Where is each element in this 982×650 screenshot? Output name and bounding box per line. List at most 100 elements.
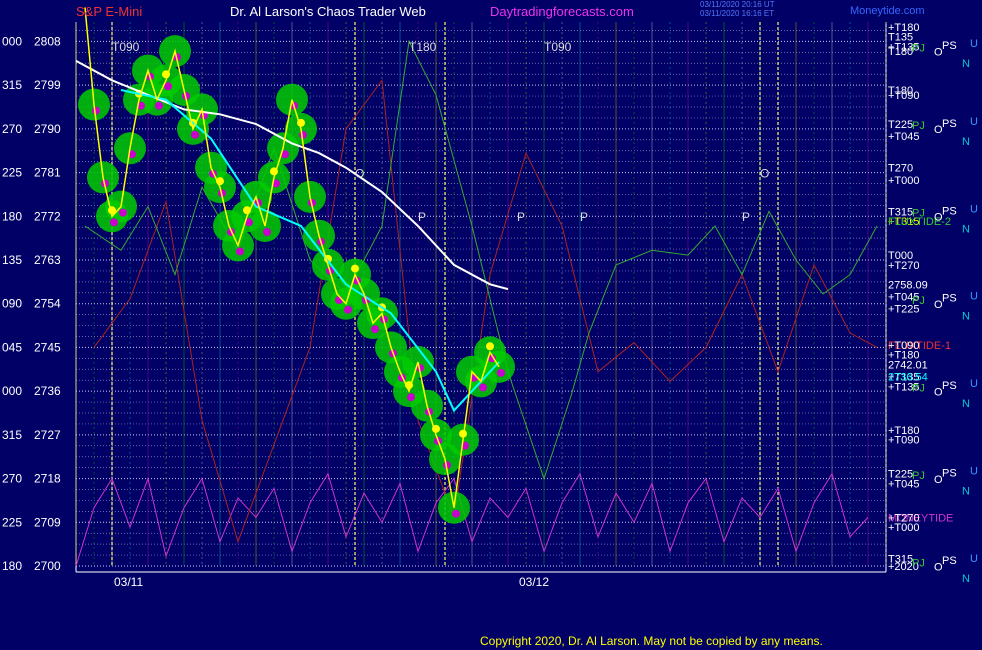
chart-marker: T090 bbox=[112, 40, 140, 54]
chart-marker: P bbox=[580, 210, 588, 224]
chart-marker: P bbox=[742, 210, 750, 224]
planet-letter: U bbox=[970, 378, 978, 390]
series-layer bbox=[75, 7, 878, 567]
chart-marker: O bbox=[760, 166, 769, 180]
planet-letter: U bbox=[970, 553, 978, 565]
price-dot bbox=[407, 393, 415, 402]
y-tick-code: 270 bbox=[2, 472, 22, 486]
right-label: T225 bbox=[888, 119, 913, 131]
y-tick-price: 2799 bbox=[34, 78, 61, 92]
right-label: +T090 bbox=[888, 90, 920, 102]
y-tick-price: 2745 bbox=[34, 340, 61, 354]
price-dot bbox=[263, 228, 271, 236]
price-dot bbox=[479, 383, 487, 392]
planet-letter: U bbox=[970, 116, 978, 128]
page-title: Dr. Al Larson's Chaos Trader Web bbox=[230, 4, 426, 19]
y-tick-code: 000 bbox=[2, 34, 22, 48]
y-tick-price: 2808 bbox=[34, 34, 61, 48]
x-tick-label: 03/11 bbox=[114, 575, 143, 589]
y-tick-code: 090 bbox=[2, 297, 22, 311]
y-tick-price: 2763 bbox=[34, 253, 61, 267]
y-tick-price: 2772 bbox=[34, 209, 61, 223]
y-axis: 000 2808 315 2799 270 2790 225 2781 180 2772 135 27… bbox=[2, 34, 61, 573]
planet-letter: PJ bbox=[912, 120, 925, 132]
chart-marker: P bbox=[418, 210, 426, 224]
planet-letter: U bbox=[970, 38, 978, 50]
price-dot bbox=[299, 130, 307, 139]
planet-letter: N bbox=[962, 58, 970, 70]
right-label: +T090 bbox=[888, 435, 920, 447]
planet-letter: PS bbox=[942, 205, 957, 217]
planet-letter: N bbox=[962, 136, 970, 148]
planet-letter: PS bbox=[942, 293, 957, 305]
planet-letter: N bbox=[962, 311, 970, 323]
price-dot bbox=[486, 342, 494, 351]
price-dot bbox=[344, 305, 352, 314]
site-link[interactable]: Daytradingforecasts.com bbox=[490, 4, 634, 19]
y-tick-price: 2700 bbox=[34, 559, 61, 573]
x-axis: 03/11 03/12 bbox=[114, 575, 549, 589]
y-tick-code: 315 bbox=[2, 78, 22, 92]
y-tick-code: 315 bbox=[2, 428, 22, 442]
planet-letter: PS bbox=[942, 555, 957, 567]
chart-marker: T180 bbox=[409, 40, 437, 54]
brand-link[interactable]: Moneytide.com bbox=[850, 5, 925, 17]
right-label: 2742.01 bbox=[888, 359, 928, 371]
y-tick-price: 2736 bbox=[34, 384, 61, 398]
y-tick-code: 270 bbox=[2, 122, 22, 136]
planet-letter: PS bbox=[942, 40, 957, 52]
y-tick-code: 180 bbox=[2, 209, 22, 223]
chart-marker: O bbox=[355, 166, 364, 180]
planet-letter: PJ bbox=[912, 557, 925, 569]
planet-letter: PJ bbox=[912, 42, 925, 54]
y-tick-code: 225 bbox=[2, 166, 22, 180]
right-label: +T000 bbox=[888, 522, 920, 534]
timestamp-et: 03/11/2020 16:16 ET bbox=[700, 9, 775, 18]
y-tick-price: 2754 bbox=[34, 297, 61, 311]
planet-letter: U bbox=[970, 466, 978, 478]
planet-letter: N bbox=[962, 573, 970, 585]
planet-letter: N bbox=[962, 398, 970, 410]
planet-letter: U bbox=[970, 203, 978, 215]
symbol-title: S&P E-Mini bbox=[76, 4, 143, 19]
price-dot bbox=[497, 368, 505, 377]
planet-letter: PJ bbox=[912, 470, 925, 482]
planet-letter: PS bbox=[942, 118, 957, 130]
planet-letter: PS bbox=[942, 380, 957, 392]
y-tick-code: 180 bbox=[2, 559, 22, 573]
y-tick-price: 2718 bbox=[34, 472, 61, 486]
right-label: +T000 bbox=[888, 175, 920, 187]
price-dot bbox=[371, 325, 379, 334]
planet-letter: PJ bbox=[912, 382, 925, 394]
planet-letter: PS bbox=[942, 468, 957, 480]
y-tick-price: 2709 bbox=[34, 515, 61, 529]
y-tick-code: 000 bbox=[2, 384, 22, 398]
right-label: +T045 bbox=[888, 131, 920, 143]
price-dot bbox=[119, 208, 127, 217]
y-tick-code: 045 bbox=[2, 340, 22, 354]
price-dot bbox=[191, 130, 199, 139]
price-dot bbox=[236, 247, 244, 256]
x-tick-label: 03/12 bbox=[519, 575, 549, 589]
right-label: T270 bbox=[888, 163, 913, 175]
right-label: +T270 bbox=[888, 260, 920, 272]
planet-letter: PJ bbox=[912, 208, 925, 220]
planet-letter: N bbox=[962, 223, 970, 235]
price-dot bbox=[452, 509, 460, 518]
right-label: 2758.09 bbox=[888, 279, 928, 291]
chart-canvas: 000 2808 315 2799 270 2790 225 2781 180 2772 135 27… bbox=[2, 7, 978, 589]
chart-marker: T090 bbox=[544, 40, 572, 54]
y-tick-price: 2790 bbox=[34, 122, 61, 136]
y-tick-price: 2727 bbox=[34, 428, 61, 442]
y-tick-code: 225 bbox=[2, 515, 22, 529]
price-dot bbox=[351, 264, 359, 273]
price-dot bbox=[155, 101, 163, 110]
planet-letters: PJ OPS UNPJ OPS UNPJ OPS UNPJ OPS UNPJ OPS UNPJ OPS… bbox=[912, 38, 978, 585]
price-dot bbox=[110, 218, 118, 227]
right-label: T180 bbox=[888, 46, 913, 58]
timestamp-ut: 03/11/2020 20:16 UT bbox=[700, 0, 775, 9]
planet-letter: U bbox=[970, 291, 978, 303]
copyright: Copyright 2020, Dr. Al Larson. May not b… bbox=[480, 634, 823, 648]
planet-letter: N bbox=[962, 486, 970, 498]
planet-letter: PJ bbox=[912, 295, 925, 307]
